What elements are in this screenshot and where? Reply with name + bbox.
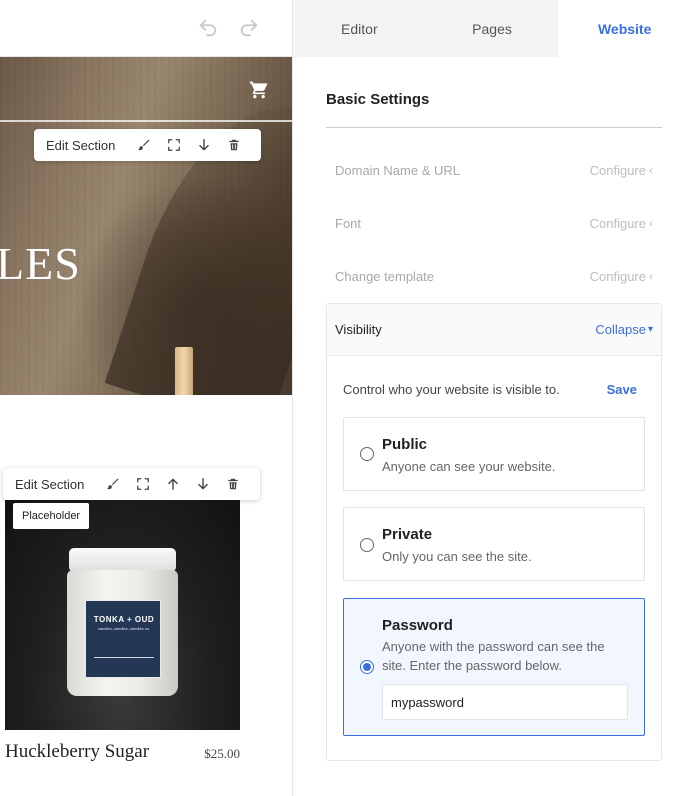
undo-icon[interactable] [197,17,219,39]
expand-icon[interactable] [134,475,152,493]
edit-section-toolbar-hero: Edit Section [34,129,262,161]
basic-settings-title: Basic Settings [326,91,430,108]
save-button[interactable]: Save [607,382,637,397]
site-preview: LES Edit Section Edit Section TONKA + OU… [0,0,292,796]
product-image[interactable]: TONKA + OUD candles, candles, candles co… [5,500,240,730]
jar-label: TONKA + OUD candles, candles, candles co… [85,600,161,678]
setting-row-font[interactable]: Font Configure ‹ [335,213,653,233]
paintbrush-icon[interactable] [104,475,122,493]
product-name[interactable]: Huckleberry Sugar [5,741,149,763]
tab-editor[interactable]: Editor [293,0,426,57]
configure-font-button[interactable]: Configure ‹ [590,216,653,231]
public-radio[interactable] [360,447,374,461]
product-price: $25.00 [204,746,240,761]
visibility-section: Visibility Collapse ▾ Control who your we… [326,303,662,761]
password-radio[interactable] [360,660,374,674]
arrow-up-icon[interactable] [164,475,182,493]
arrow-down-icon[interactable] [194,475,212,493]
visibility-option-private[interactable]: Private Only you can see the site. [343,507,645,581]
password-input[interactable] [382,684,628,720]
tab-pages[interactable]: Pages [425,0,559,57]
edit-section-button[interactable]: Edit Section [15,477,84,492]
incense-stick [175,347,193,395]
arrow-down-icon[interactable] [195,136,213,154]
divider [326,127,662,128]
redo-icon[interactable] [238,17,260,39]
visibility-option-public[interactable]: Public Anyone can see your website. [343,417,645,491]
placeholder-badge: Placeholder [13,503,90,529]
visibility-description: Control who your website is visible to. [343,382,560,397]
paintbrush-icon[interactable] [135,136,153,154]
panel-tabs: Editor Pages Website [293,0,690,57]
history-toolbar [0,0,292,57]
setting-row-domain[interactable]: Domain Name & URL Configure ‹ [335,160,653,180]
setting-row-template[interactable]: Change template Configure ‹ [335,266,653,286]
candle-jar: TONKA + OUD candles, candles, candles co… [67,548,178,696]
chevron-left-icon: ‹ [649,216,653,230]
trash-icon[interactable] [225,136,243,154]
hero-title: LES [0,238,81,289]
edit-section-button[interactable]: Edit Section [46,138,115,153]
expand-icon[interactable] [165,136,183,154]
visibility-header[interactable]: Visibility Collapse ▾ [327,304,661,356]
hero-section[interactable]: LES [0,57,292,395]
edit-section-toolbar-product: Edit Section [3,468,261,500]
configure-domain-button[interactable]: Configure ‹ [590,163,653,178]
visibility-title: Visibility [335,322,382,337]
private-radio[interactable] [360,538,374,552]
chevron-down-icon: ▾ [647,324,653,335]
chevron-left-icon: ‹ [649,269,653,283]
hero-divider [0,120,292,122]
configure-template-button[interactable]: Configure ‹ [590,269,653,284]
app-window: LES Edit Section Edit Section TONKA + OU… [0,0,690,796]
shopping-cart-icon[interactable] [249,80,269,100]
visibility-option-password[interactable]: Password Anyone with the password can se… [343,598,645,736]
chevron-left-icon: ‹ [649,163,653,177]
tab-website[interactable]: Website [558,0,690,57]
trash-icon[interactable] [224,475,242,493]
collapse-button[interactable]: Collapse ▾ [595,322,653,337]
settings-panel: Editor Pages Website Basic Settings Doma… [292,0,690,796]
